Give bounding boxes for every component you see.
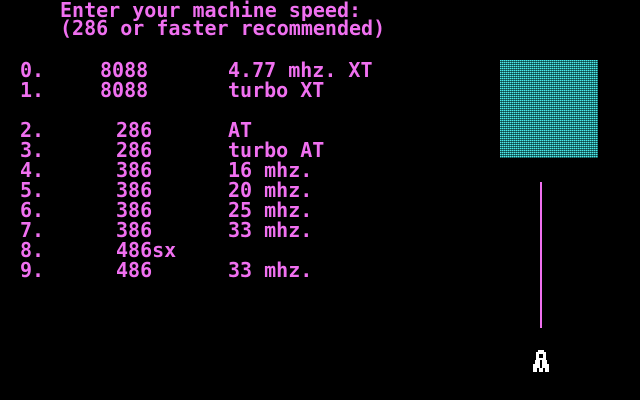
prompt-recommendation: (286 or faster recommended) [60,16,386,40]
speed-option-9[interactable]: 9. 486 33 mhz. [0,260,480,280]
speed-option-2[interactable]: 2. 286 AT [0,120,480,140]
speed-preview-box [500,60,598,158]
option-cpu: 386 [116,178,153,202]
laser-beam [540,182,542,328]
speed-option-3[interactable]: 3. 286 turbo AT [0,140,480,160]
option-description: 25 mhz. [228,198,313,222]
ship-icon [533,350,549,372]
speed-option-5[interactable]: 5. 386 20 mhz. [0,180,480,200]
option-cpu: 386 [116,198,153,222]
speed-option-7[interactable]: 7. 386 33 mhz. [0,220,480,240]
option-cpu: 286 [116,138,153,162]
option-cpu: 386 [116,218,153,242]
option-number: 9. [20,258,45,282]
option-number: 2. [20,118,45,142]
option-number: 0. [20,58,45,82]
option-number: 1. [20,78,45,102]
option-description: 33 mhz. [228,218,313,242]
option-number: 3. [20,138,45,162]
option-description: AT [228,118,253,142]
option-description: turbo XT [228,78,325,102]
option-number: 6. [20,198,45,222]
speed-select-screen: Enter your machine speed: (286 or faster… [0,0,640,400]
option-cpu: 386 [116,158,153,182]
option-number: 4. [20,158,45,182]
speed-option-4[interactable]: 4. 386 16 mhz. [0,160,480,180]
option-number: 7. [20,218,45,242]
speed-option-6[interactable]: 6. 386 25 mhz. [0,200,480,220]
option-cpu: 486 [116,258,153,282]
option-description: 33 mhz. [228,258,313,282]
option-description: 4.77 mhz. XT [228,58,373,82]
option-description: turbo AT [228,138,325,162]
option-cpu: 8088 [100,78,149,102]
option-cpu: 8088 [100,58,149,82]
option-cpu: 486sx [116,238,177,262]
option-number: 5. [20,178,45,202]
option-number: 8. [20,238,45,262]
speed-option-0[interactable]: 0. 8088 4.77 mhz. XT [0,60,480,80]
option-description: 16 mhz. [228,158,313,182]
speed-option-8[interactable]: 8. 486sx [0,240,480,260]
speed-option-1[interactable]: 1. 8088 turbo XT [0,80,480,100]
option-cpu: 286 [116,118,153,142]
option-description: 20 mhz. [228,178,313,202]
